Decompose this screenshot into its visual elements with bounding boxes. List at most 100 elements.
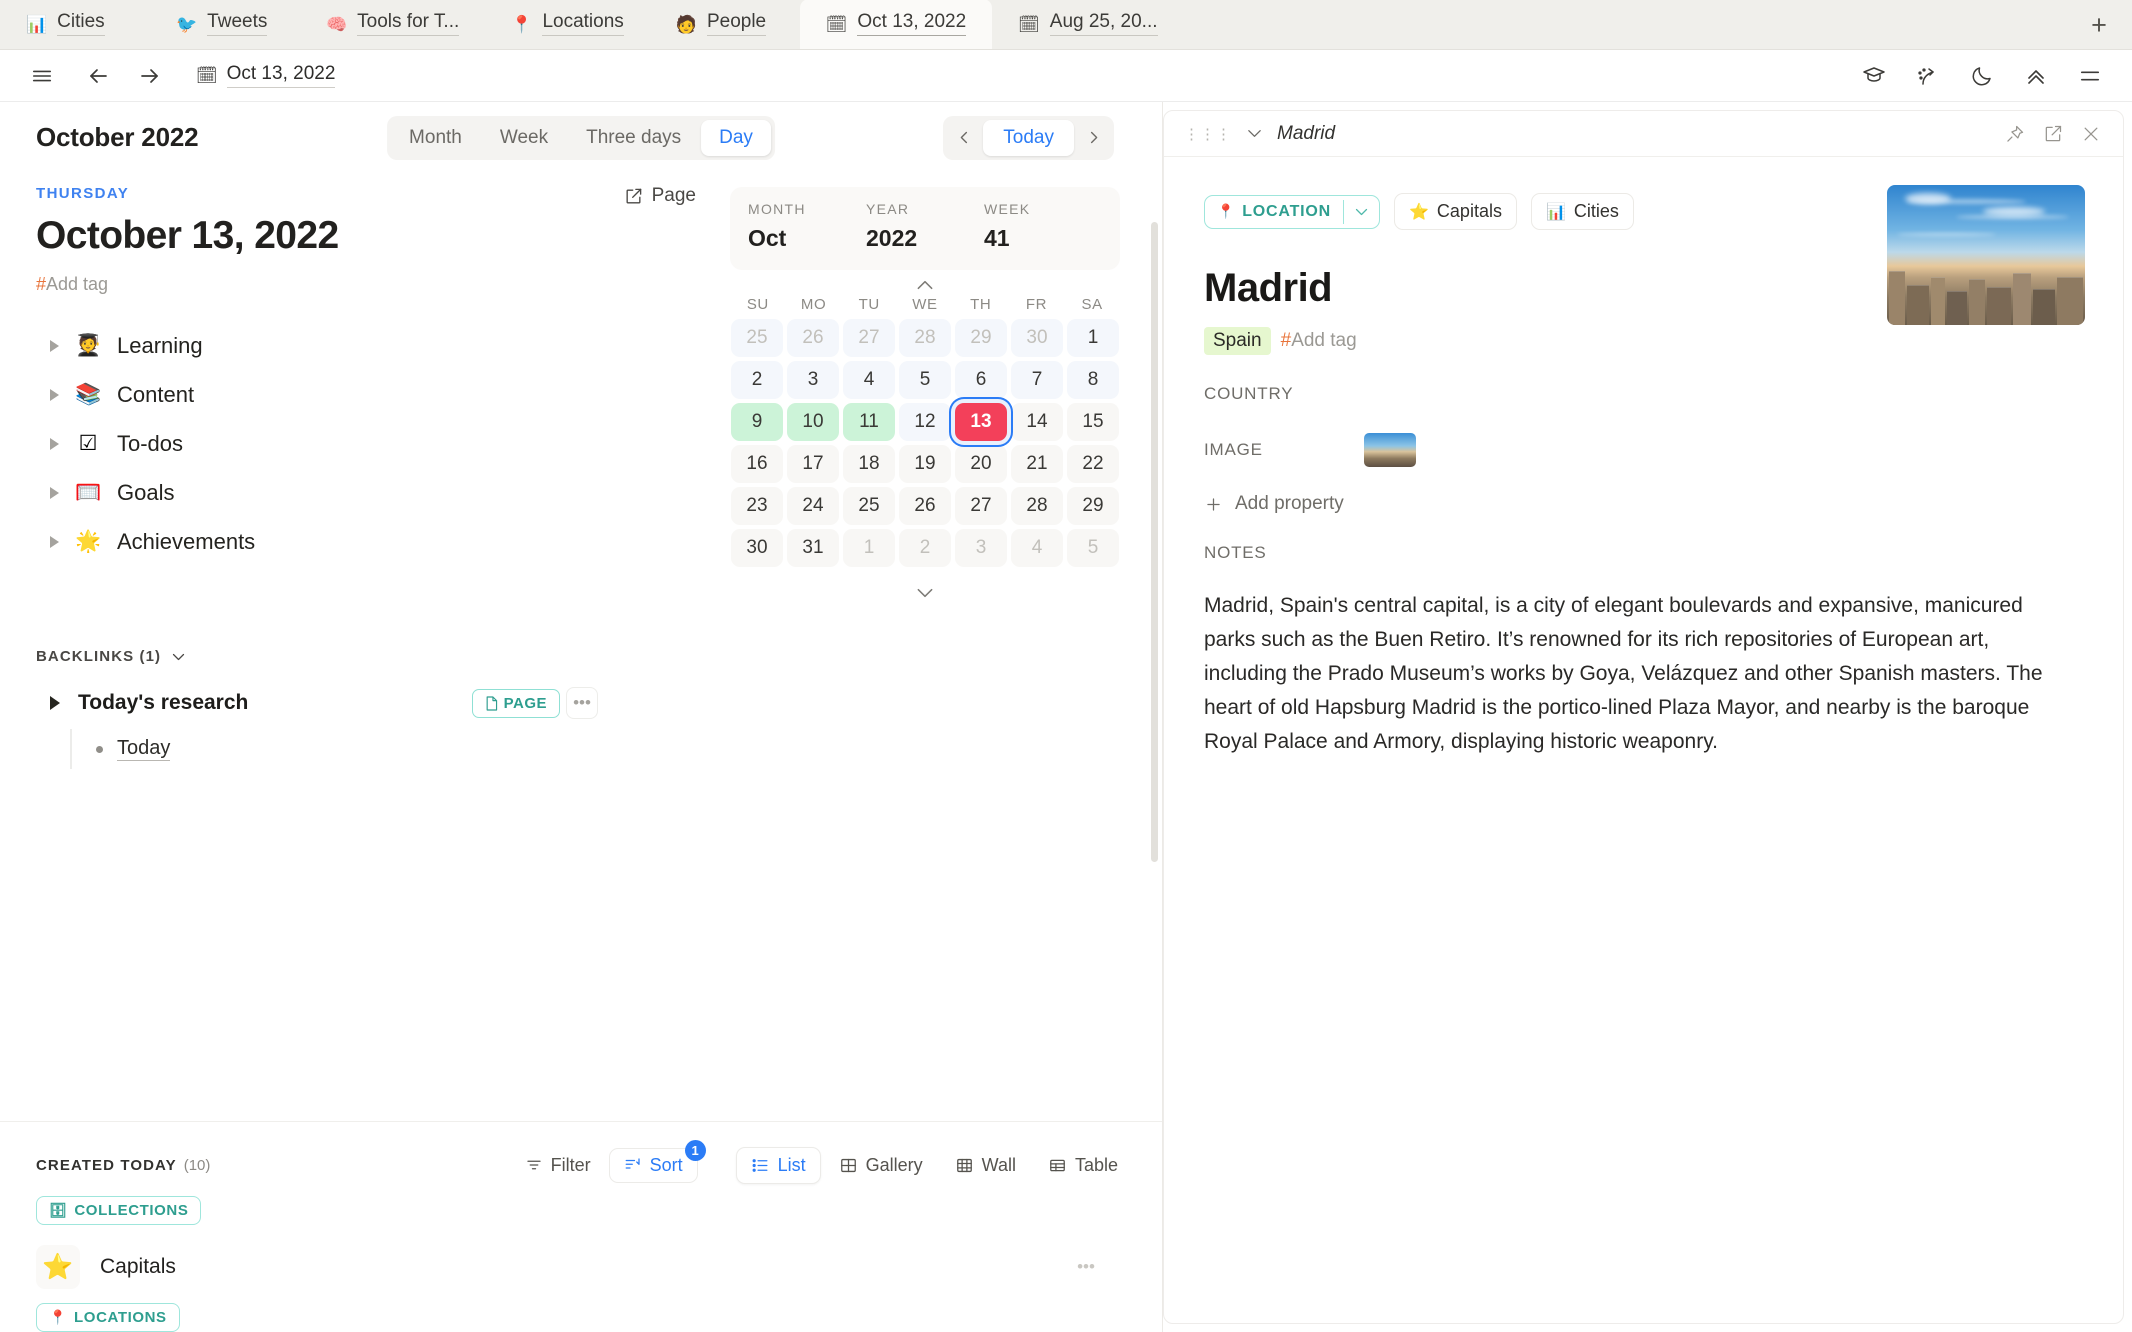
day-cell[interactable]: 18	[843, 445, 895, 483]
close-icon[interactable]	[2081, 124, 2101, 144]
day-cell[interactable]: 15	[1067, 403, 1119, 441]
arrow-right-icon[interactable]	[130, 56, 170, 96]
tab-people[interactable]: 🧑People	[650, 0, 800, 49]
notes-text[interactable]: Madrid, Spain's central capital, is a ci…	[1204, 589, 2074, 759]
day-cell[interactable]: 6	[955, 361, 1007, 399]
backlink-item[interactable]: Today's research PAGE •••	[36, 691, 730, 715]
item-name[interactable]: Capitals	[100, 1255, 176, 1279]
day-cell[interactable]: 3	[955, 529, 1007, 567]
day-cell[interactable]: 16	[731, 445, 783, 483]
outline-item-goals[interactable]: 🥅Goals	[36, 468, 710, 517]
filter-button[interactable]: Filter	[517, 1149, 599, 1182]
day-cell[interactable]: 4	[1011, 529, 1063, 567]
tab-locations[interactable]: 📍Locations	[485, 0, 650, 49]
day-cell[interactable]: 2	[899, 529, 951, 567]
menu-icon[interactable]	[2070, 56, 2110, 96]
backlink-title[interactable]: Today's research	[78, 691, 248, 715]
view-mode-wall[interactable]: Wall	[941, 1148, 1030, 1183]
today-button[interactable]: Today	[983, 120, 1074, 156]
expand-caret-icon[interactable]	[50, 438, 59, 450]
backlinks-header[interactable]: BACKLINKS (1)	[36, 648, 730, 665]
day-cell[interactable]: 2	[731, 361, 783, 399]
day-cell-today[interactable]: 13	[955, 403, 1007, 441]
property-image-thumbnail[interactable]	[1364, 433, 1416, 467]
item-more-button[interactable]: •••	[1070, 1251, 1102, 1283]
day-cell[interactable]: 29	[1067, 487, 1119, 525]
new-tab-button[interactable]: +	[2084, 10, 2114, 40]
magic-wand-icon[interactable]	[1908, 56, 1948, 96]
year-cell[interactable]: YEAR 2022	[866, 201, 984, 252]
add-property-button[interactable]: Add property	[1204, 493, 2077, 515]
day-cell[interactable]: 31	[787, 529, 839, 567]
day-cell[interactable]: 17	[787, 445, 839, 483]
day-cell[interactable]: 11	[843, 403, 895, 441]
breadcrumb[interactable]: 🗓 Oct 13, 2022	[196, 63, 335, 88]
chip-location[interactable]: 📍LOCATION	[1204, 195, 1380, 229]
day-cell[interactable]: 25	[843, 487, 895, 525]
day-cell[interactable]: 5	[899, 361, 951, 399]
view-three-days[interactable]: Three days	[568, 120, 699, 156]
next-day-button[interactable]	[1076, 121, 1110, 155]
property-value[interactable]	[1364, 383, 1484, 405]
tab-aug-25-20[interactable]: 🗓Aug 25, 20...	[992, 0, 1183, 49]
add-tag-button[interactable]: #Add tag	[36, 274, 710, 295]
expand-caret-icon[interactable]	[50, 389, 59, 401]
view-mode-gallery[interactable]: Gallery	[825, 1148, 937, 1183]
chevron-up-icon[interactable]	[730, 270, 1120, 296]
day-cell[interactable]: 10	[787, 403, 839, 441]
chevron-down-icon[interactable]	[1246, 128, 1263, 139]
day-cell[interactable]: 26	[899, 487, 951, 525]
day-cell[interactable]: 9	[731, 403, 783, 441]
outline-item-learning[interactable]: 🧑‍🎓Learning	[36, 321, 710, 370]
list-item[interactable]: ⭐Capitals•••	[36, 1241, 1132, 1293]
day-cell[interactable]: 22	[1067, 445, 1119, 483]
tab-oct-13-2022[interactable]: 🗓Oct 13, 2022	[800, 0, 992, 49]
moon-icon[interactable]	[1962, 56, 2002, 96]
day-cell[interactable]: 27	[843, 319, 895, 357]
hero-image[interactable]	[1887, 185, 2085, 325]
outline-item-content[interactable]: 📚Content	[36, 370, 710, 419]
day-cell[interactable]: 3	[787, 361, 839, 399]
day-cell[interactable]: 1	[1067, 319, 1119, 357]
left-pane-scrollbar[interactable]	[1151, 222, 1158, 862]
day-cell[interactable]: 25	[731, 319, 783, 357]
day-cell[interactable]: 26	[787, 319, 839, 357]
day-cell[interactable]: 5	[1067, 529, 1119, 567]
tab-tweets[interactable]: 🐦Tweets	[150, 0, 300, 49]
hamburger-icon[interactable]	[22, 56, 62, 96]
page-chip[interactable]: PAGE	[472, 689, 560, 718]
day-cell[interactable]: 20	[955, 445, 1007, 483]
chevron-down-icon[interactable]	[1343, 200, 1379, 224]
day-cell[interactable]: 12	[899, 403, 951, 441]
view-week[interactable]: Week	[482, 120, 566, 156]
tab-cities[interactable]: 📊Cities	[0, 0, 150, 49]
day-cell[interactable]: 7	[1011, 361, 1063, 399]
outline-item-achievements[interactable]: 🌟Achievements	[36, 517, 710, 566]
view-day[interactable]: Day	[701, 120, 771, 156]
chip-cities[interactable]: 📊Cities	[1531, 193, 1634, 230]
open-external-icon[interactable]	[2043, 124, 2063, 144]
day-cell[interactable]: 30	[731, 529, 783, 567]
day-cell[interactable]: 21	[1011, 445, 1063, 483]
day-cell[interactable]: 8	[1067, 361, 1119, 399]
open-page-button[interactable]: Page	[624, 185, 696, 207]
day-cell[interactable]: 28	[899, 319, 951, 357]
expand-caret-icon[interactable]	[50, 487, 59, 499]
expand-caret-icon[interactable]	[50, 340, 59, 352]
expand-caret-icon[interactable]	[50, 536, 59, 548]
view-mode-list[interactable]: List	[736, 1147, 821, 1184]
day-cell[interactable]: 29	[955, 319, 1007, 357]
arrow-left-icon[interactable]	[78, 56, 118, 96]
day-cell[interactable]: 14	[1011, 403, 1063, 441]
outline-item-to-dos[interactable]: ☑To-dos	[36, 419, 710, 468]
backlink-more-button[interactable]: •••	[566, 687, 598, 719]
group-chip-locations[interactable]: 📍LOCATIONS	[36, 1303, 180, 1332]
day-cell[interactable]: 4	[843, 361, 895, 399]
sort-button[interactable]: Sort 1	[609, 1148, 698, 1183]
group-chip-collections[interactable]: 🗄COLLECTIONS	[36, 1196, 201, 1225]
expand-caret-icon[interactable]	[50, 696, 60, 710]
chip-capitals[interactable]: ⭐Capitals	[1394, 193, 1517, 230]
tag-pill[interactable]: Spain	[1204, 327, 1271, 355]
day-cell[interactable]: 24	[787, 487, 839, 525]
chevron-down-icon[interactable]	[730, 568, 1120, 604]
